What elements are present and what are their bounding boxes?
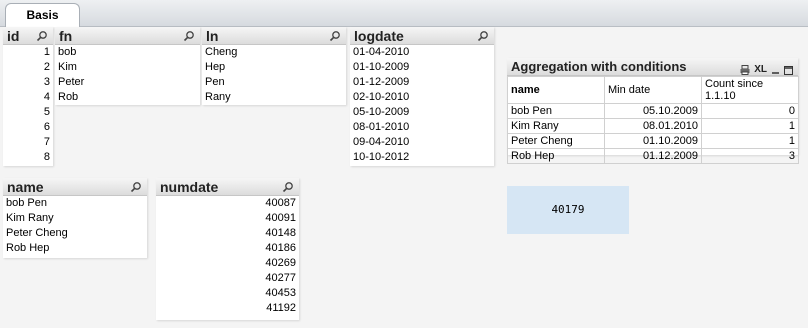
minimize-icon[interactable]	[771, 66, 780, 75]
listbox-id: id 1 2 3 4 5 6 7 8	[3, 27, 53, 166]
table-header-row: name Min date Count since 1.1.10	[507, 76, 799, 104]
aggregation-caption: Aggregation with conditions XL	[507, 58, 798, 76]
table-cell: 01.12.2009	[604, 148, 702, 164]
table-cell[interactable]: Kim Rany	[507, 118, 605, 134]
column-header-count-since[interactable]: Count since 1.1.10	[701, 76, 799, 104]
listbox-name-title: name	[7, 179, 44, 195]
search-icon[interactable]	[130, 181, 142, 193]
kpi-text-object: 40179	[507, 186, 629, 234]
list-item[interactable]: 3	[3, 75, 53, 90]
list-item[interactable]: 40186	[156, 241, 299, 256]
list-item[interactable]: 4	[3, 90, 53, 105]
search-icon[interactable]	[282, 181, 294, 193]
list-item[interactable]: 02-10-2010	[350, 90, 494, 105]
listbox-id-caption: id	[3, 27, 53, 45]
listbox-logdate-title: logdate	[354, 28, 404, 44]
table-cell[interactable]: Rob Hep	[507, 148, 605, 164]
list-item[interactable]: 10-10-2012	[350, 150, 494, 165]
list-item[interactable]: 7	[3, 135, 53, 150]
list-item[interactable]: 6	[3, 120, 53, 135]
search-icon[interactable]	[477, 30, 489, 42]
table-cell: 01.10.2009	[604, 133, 702, 149]
listbox-numdate-caption: numdate	[156, 178, 299, 196]
list-item[interactable]: 40091	[156, 211, 299, 226]
listbox-ln: ln Cheng Hep Pen Rany	[202, 27, 346, 105]
list-item[interactable]: Hep	[202, 60, 346, 75]
list-item[interactable]: Peter Cheng	[3, 226, 147, 241]
list-item[interactable]: 01-10-2009	[350, 60, 494, 75]
search-icon[interactable]	[183, 30, 195, 42]
table-cell: 3	[701, 148, 799, 164]
list-item[interactable]: Peter	[55, 75, 200, 90]
list-item[interactable]: 5	[3, 105, 53, 120]
listbox-id-title: id	[7, 28, 20, 44]
table-cell: 05.10.2009	[604, 103, 702, 119]
aggregation-table-box: Aggregation with conditions XL name Min …	[507, 58, 799, 164]
search-icon[interactable]	[329, 30, 341, 42]
listbox-ln-title: ln	[206, 28, 219, 44]
column-header-name[interactable]: name	[507, 76, 605, 104]
list-item[interactable]: Rob Hep	[3, 241, 147, 256]
search-icon[interactable]	[36, 30, 48, 42]
caption-icons: XL	[740, 61, 793, 79]
list-item[interactable]: 09-04-2010	[350, 135, 494, 150]
aggregation-title: Aggregation with conditions	[511, 59, 687, 74]
maximize-icon[interactable]	[784, 65, 793, 75]
sheet-area: id 1 2 3 4 5 6 7 8 fn bob Kim Peter Rob …	[0, 27, 808, 328]
aggregation-table: name Min date Count since 1.1.10 bob Pen…	[507, 76, 799, 164]
listbox-fn-title: fn	[59, 28, 73, 44]
list-item[interactable]: 01-04-2010	[350, 45, 494, 60]
table-row: Peter Cheng 01.10.2009 1	[507, 133, 799, 149]
listbox-fn: fn bob Kim Peter Rob	[55, 27, 200, 105]
list-item[interactable]: Cheng	[202, 45, 346, 60]
print-icon[interactable]	[740, 65, 750, 75]
table-row: Rob Hep 01.12.2009 3	[507, 148, 799, 164]
table-cell: 08.01.2010	[604, 118, 702, 134]
table-cell: 1	[701, 133, 799, 149]
list-item[interactable]: 40087	[156, 196, 299, 211]
list-item[interactable]: Kim	[55, 60, 200, 75]
list-item[interactable]: bob Pen	[3, 196, 147, 211]
list-item[interactable]: Pen	[202, 75, 346, 90]
table-cell: 0	[701, 103, 799, 119]
sheet-tab-bar: Basis	[0, 0, 808, 28]
list-item[interactable]: 41192	[156, 301, 299, 316]
listbox-name: name bob Pen Kim Rany Peter Cheng Rob He…	[3, 178, 147, 258]
listbox-fn-caption: fn	[55, 27, 200, 45]
list-item[interactable]: 40277	[156, 271, 299, 286]
list-item[interactable]: 2	[3, 60, 53, 75]
listbox-ln-caption: ln	[202, 27, 346, 45]
list-item[interactable]: 40269	[156, 256, 299, 271]
list-item[interactable]: 05-10-2009	[350, 105, 494, 120]
list-item[interactable]: 1	[3, 45, 53, 60]
listbox-logdate: logdate 01-04-2010 01-10-2009 01-12-2009…	[350, 27, 494, 166]
list-item[interactable]: Rob	[55, 90, 200, 105]
listbox-logdate-caption: logdate	[350, 27, 494, 45]
table-cell[interactable]: Peter Cheng	[507, 133, 605, 149]
table-cell[interactable]: bob Pen	[507, 103, 605, 119]
table-cell: 1	[701, 118, 799, 134]
list-item[interactable]: 08-01-2010	[350, 120, 494, 135]
table-row: bob Pen 05.10.2009 0	[507, 103, 799, 119]
export-excel-icon[interactable]: XL	[754, 61, 767, 79]
list-item[interactable]: bob	[55, 45, 200, 60]
table-row: Kim Rany 08.01.2010 1	[507, 118, 799, 134]
list-item[interactable]: 01-12-2009	[350, 75, 494, 90]
list-item[interactable]: 8	[3, 150, 53, 165]
list-item[interactable]: 40148	[156, 226, 299, 241]
listbox-name-caption: name	[3, 178, 147, 196]
column-header-min-date[interactable]: Min date	[604, 76, 702, 104]
list-item[interactable]: Kim Rany	[3, 211, 147, 226]
tab-basis[interactable]: Basis	[5, 3, 80, 28]
listbox-numdate: numdate 40087 40091 40148 40186 40269 40…	[156, 178, 299, 320]
list-item[interactable]: 40453	[156, 286, 299, 301]
listbox-numdate-title: numdate	[160, 179, 219, 195]
list-item[interactable]: Rany	[202, 90, 346, 105]
